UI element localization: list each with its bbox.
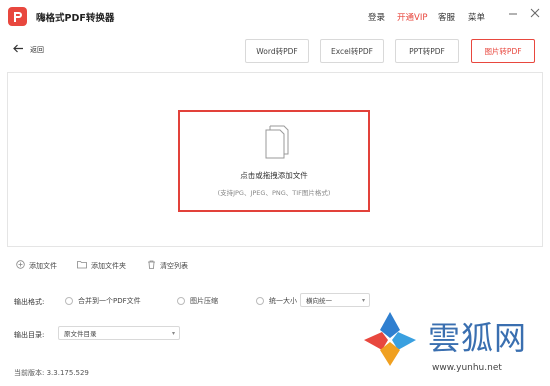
radio-circle-icon	[177, 297, 185, 305]
version-text: 当前版本: 3.3.175.529	[14, 369, 89, 377]
add-folder-label: 添加文件夹	[91, 262, 126, 270]
title-bar: 嗨格式PDF转换器 登录 开通VIP 客服 菜单	[0, 0, 550, 33]
watermark-logo-icon	[360, 310, 420, 368]
minimize-icon[interactable]	[506, 8, 520, 22]
close-icon[interactable]	[528, 8, 542, 22]
output-dir-value: 原文件目录	[64, 330, 97, 338]
radio-unify-size-label: 统一大小	[269, 297, 297, 305]
size-mode-value: 横向统一	[306, 297, 332, 305]
radio-circle-icon	[65, 297, 73, 305]
add-file-button[interactable]: 添加文件	[16, 260, 57, 272]
watermark-text: 雲狐网	[428, 319, 528, 357]
drop-zone-title: 点击或拖拽添加文件	[240, 171, 308, 180]
document-icon	[263, 124, 291, 160]
menu-link[interactable]: 菜单	[468, 11, 485, 23]
tab-word-to-pdf[interactable]: Word转PDF	[245, 39, 309, 63]
watermark-url: www.yunhu.net	[432, 363, 502, 373]
output-dir-label: 输出目录:	[14, 331, 45, 339]
back-arrow-icon	[13, 44, 24, 55]
radio-image-compress[interactable]: 图片压缩	[177, 296, 218, 306]
drop-zone-hint: (支持JPG、JPEG、PNG、TIF图片格式)	[217, 189, 331, 197]
radio-circle-icon	[256, 297, 264, 305]
radio-merge-pdf-label: 合并到一个PDF文件	[78, 297, 141, 305]
clear-list-button[interactable]: 清空列表	[147, 260, 188, 272]
radio-image-compress-label: 图片压缩	[190, 297, 218, 305]
add-folder-button[interactable]: 添加文件夹	[77, 260, 126, 272]
chevron-down-icon: ▾	[171, 329, 175, 337]
chevron-down-icon: ▾	[361, 296, 365, 304]
add-file-label: 添加文件	[29, 262, 57, 270]
plus-circle-icon	[16, 260, 25, 272]
login-link[interactable]: 登录	[368, 11, 385, 23]
size-mode-select[interactable]: 横向统一 ▾	[300, 293, 370, 307]
folder-icon	[77, 260, 87, 272]
radio-merge-pdf[interactable]: 合并到一个PDF文件	[65, 296, 141, 306]
output-dir-select[interactable]: 原文件目录 ▾	[58, 326, 180, 340]
back-label: 返回	[30, 45, 44, 54]
radio-unify-size[interactable]: 统一大小	[256, 296, 297, 306]
tab-excel-to-pdf[interactable]: Excel转PDF	[320, 39, 384, 63]
tab-image-to-pdf[interactable]: 图片转PDF	[471, 39, 535, 63]
app-logo-icon	[8, 7, 27, 26]
vip-link[interactable]: 开通VIP	[397, 11, 427, 23]
tab-ppt-to-pdf[interactable]: PPT转PDF	[395, 39, 459, 63]
file-drop-zone[interactable]: 点击或拖拽添加文件 (支持JPG、JPEG、PNG、TIF图片格式)	[178, 110, 370, 212]
service-link[interactable]: 客服	[438, 11, 455, 23]
back-button[interactable]: 返回	[13, 44, 44, 55]
trash-icon	[147, 260, 156, 272]
clear-list-label: 清空列表	[160, 262, 188, 270]
app-title: 嗨格式PDF转换器	[36, 13, 115, 24]
watermark: 雲狐网 www.yunhu.net	[360, 310, 550, 380]
output-format-label: 输出格式:	[14, 298, 45, 306]
